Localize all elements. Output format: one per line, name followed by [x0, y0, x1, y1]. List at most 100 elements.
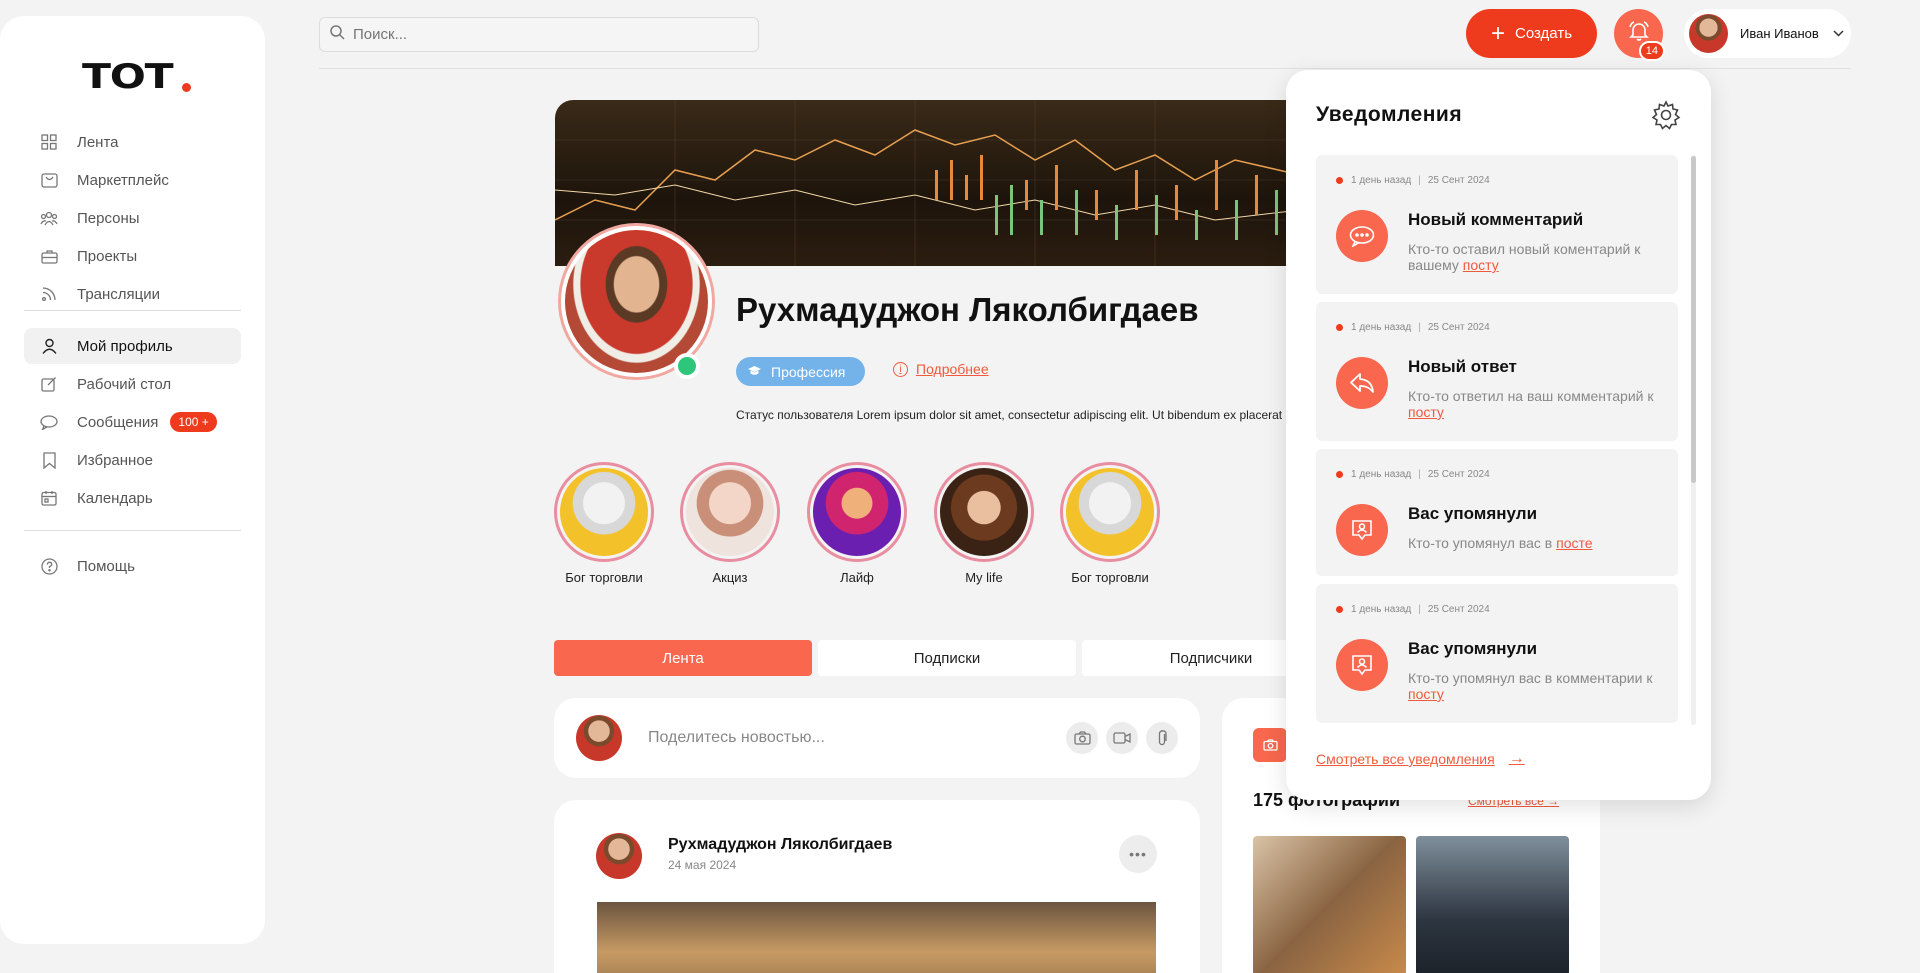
- create-button[interactable]: + Создать: [1466, 9, 1597, 58]
- avatar: [576, 715, 622, 761]
- sidebar: ТОТ Лента Маркетплейс Персоны Проекты Тр…: [0, 16, 265, 944]
- sidebar-item-feed[interactable]: Лента: [24, 124, 241, 160]
- notifications-button[interactable]: 14: [1614, 9, 1665, 61]
- user-menu[interactable]: Иван Иванов: [1684, 9, 1851, 58]
- story-item[interactable]: Лайф: [807, 462, 907, 585]
- notification-item[interactable]: 1 день назад | 25 Сент 2024 Новый коммен…: [1316, 155, 1678, 294]
- post-card: Рухмадуджон Ляколбигдаев 24 мая 2024 •••: [554, 800, 1200, 973]
- story-label: Бог торговли: [565, 570, 643, 585]
- sidebar-item-broadcasts[interactable]: Трансляции: [24, 276, 241, 312]
- chevron-down-icon: [1833, 28, 1844, 40]
- sidebar-item-projects[interactable]: Проекты: [24, 238, 241, 274]
- comment-icon: [1336, 210, 1388, 262]
- share-actions: [1066, 722, 1178, 754]
- meta-separator: |: [1418, 469, 1421, 480]
- share-news-input[interactable]: Поделитесь новостью...: [648, 729, 1066, 747]
- notification-text: Кто-то упомянул вас в посте: [1408, 535, 1663, 551]
- share-news-box[interactable]: Поделитесь новостью...: [554, 698, 1200, 778]
- notifications-list[interactable]: 1 день назад | 25 Сент 2024 Новый коммен…: [1316, 155, 1678, 725]
- notification-post-link[interactable]: посту: [1463, 257, 1499, 273]
- profile-photo: [565, 230, 708, 373]
- story-label: My life: [965, 570, 1003, 585]
- notification-item[interactable]: 1 день назад | 25 Сент 2024 Новый ответ …: [1316, 302, 1678, 441]
- unread-dot: [1336, 471, 1343, 478]
- notification-title: Новый ответ: [1408, 357, 1517, 376]
- story-ring: [1060, 462, 1160, 562]
- sidebar-item-favorites[interactable]: Избранное: [24, 442, 241, 478]
- sidebar-item-desktop[interactable]: Рабочий стол: [24, 366, 241, 402]
- notification-ago: 1 день назад: [1351, 322, 1412, 333]
- view-all-label: Смотреть все уведомления: [1316, 751, 1495, 767]
- briefcase-icon: [40, 247, 58, 265]
- story-item[interactable]: My life: [934, 462, 1034, 585]
- photo-thumbnail[interactable]: [1416, 836, 1569, 973]
- post-date: 24 мая 2024: [668, 858, 737, 872]
- notification-title: Новый комментарий: [1408, 210, 1584, 229]
- gear-icon[interactable]: [1651, 100, 1681, 135]
- sidebar-item-label: Рабочий стол: [77, 375, 172, 393]
- story-item[interactable]: Бог торговли: [554, 462, 654, 585]
- sidebar-item-my-profile[interactable]: Мой профиль: [24, 328, 241, 364]
- info-icon: i: [893, 361, 908, 377]
- notification-post-link[interactable]: посте: [1556, 535, 1592, 551]
- arrow-right-icon: →: [1508, 750, 1525, 767]
- notification-item[interactable]: 1 день назад | 25 Сент 2024 Вас упомянул…: [1316, 449, 1678, 576]
- sidebar-item-persons[interactable]: Персоны: [24, 200, 241, 236]
- paperclip-icon[interactable]: [1146, 722, 1178, 754]
- help-icon: [40, 557, 58, 575]
- notifications-panel: Уведомления 1 день назад | 25 Сент 2024 …: [1286, 70, 1711, 800]
- notifications-scrollbar[interactable]: [1691, 155, 1696, 725]
- sidebar-item-label: Лента: [77, 133, 119, 151]
- sidebar-item-marketplace[interactable]: Маркетплейс: [24, 162, 241, 198]
- broadcast-icon: [40, 285, 58, 303]
- story-label: Лайф: [840, 570, 874, 585]
- main-nav: Лента Маркетплейс Персоны Проекты Трансл…: [24, 124, 241, 314]
- notification-post-link[interactable]: посту: [1408, 404, 1444, 420]
- calendar-icon: [40, 489, 58, 507]
- sidebar-item-calendar[interactable]: Календарь: [24, 480, 241, 516]
- notification-title: Вас упомянули: [1408, 639, 1538, 658]
- create-button-label: Создать: [1515, 25, 1573, 42]
- sidebar-divider: [24, 530, 241, 531]
- profile-details-link[interactable]: i Подробнее: [893, 361, 989, 377]
- video-icon[interactable]: [1106, 722, 1138, 754]
- reply-icon: [1336, 357, 1388, 409]
- story-image: [940, 468, 1028, 556]
- story-ring: [554, 462, 654, 562]
- story-item[interactable]: Акциз: [680, 462, 780, 585]
- unread-dot: [1336, 606, 1343, 613]
- chat-icon: [40, 413, 58, 431]
- notification-text-body: Кто-то упомянул вас в: [1408, 535, 1557, 551]
- sidebar-item-messages[interactable]: Сообщения 100 +: [24, 404, 241, 440]
- notification-text: Кто-то оставил новый коментарий к вашему…: [1408, 241, 1663, 273]
- grid-icon: [40, 133, 58, 151]
- avatar[interactable]: [596, 833, 642, 879]
- search-icon: [330, 24, 345, 45]
- notifications-count-badge: 14: [1638, 41, 1665, 61]
- tab-subscriptions[interactable]: Подписки: [818, 640, 1076, 676]
- profession-badge[interactable]: Профессия: [736, 357, 865, 386]
- photo-thumbnail[interactable]: [1253, 836, 1406, 973]
- post-author[interactable]: Рухмадуджон Ляколбигдаев: [668, 836, 892, 854]
- logo[interactable]: ТОТ: [82, 60, 192, 94]
- story-item[interactable]: Бог торговли: [1060, 462, 1160, 585]
- profile-nav: Мой профиль Рабочий стол Сообщения 100 +…: [24, 328, 241, 518]
- view-all-notifications-link[interactable]: Смотреть все уведомления →: [1316, 750, 1525, 768]
- scrollbar-thumb[interactable]: [1691, 156, 1696, 483]
- sidebar-item-label: Проекты: [77, 247, 138, 265]
- sidebar-item-help[interactable]: Помощь: [24, 548, 241, 584]
- tab-feed[interactable]: Лента: [554, 640, 812, 676]
- header-divider: [319, 68, 1851, 69]
- more-options-button[interactable]: •••: [1119, 835, 1157, 873]
- notification-date: 25 Сент 2024: [1427, 175, 1490, 186]
- notification-text: Кто-то ответил на ваш комментарий к пост…: [1408, 388, 1663, 420]
- notification-item[interactable]: 1 день назад | 25 Сент 2024 Вас упомянул…: [1316, 584, 1678, 723]
- search-bar[interactable]: [319, 17, 759, 52]
- search-input[interactable]: [353, 26, 733, 43]
- camera-icon: [1253, 728, 1287, 762]
- camera-icon[interactable]: [1066, 722, 1098, 754]
- post-image[interactable]: [597, 902, 1156, 973]
- notification-post-link[interactable]: посту: [1408, 686, 1444, 702]
- graduation-cap-icon: [748, 365, 761, 379]
- user-name: Иван Иванов: [1740, 26, 1819, 41]
